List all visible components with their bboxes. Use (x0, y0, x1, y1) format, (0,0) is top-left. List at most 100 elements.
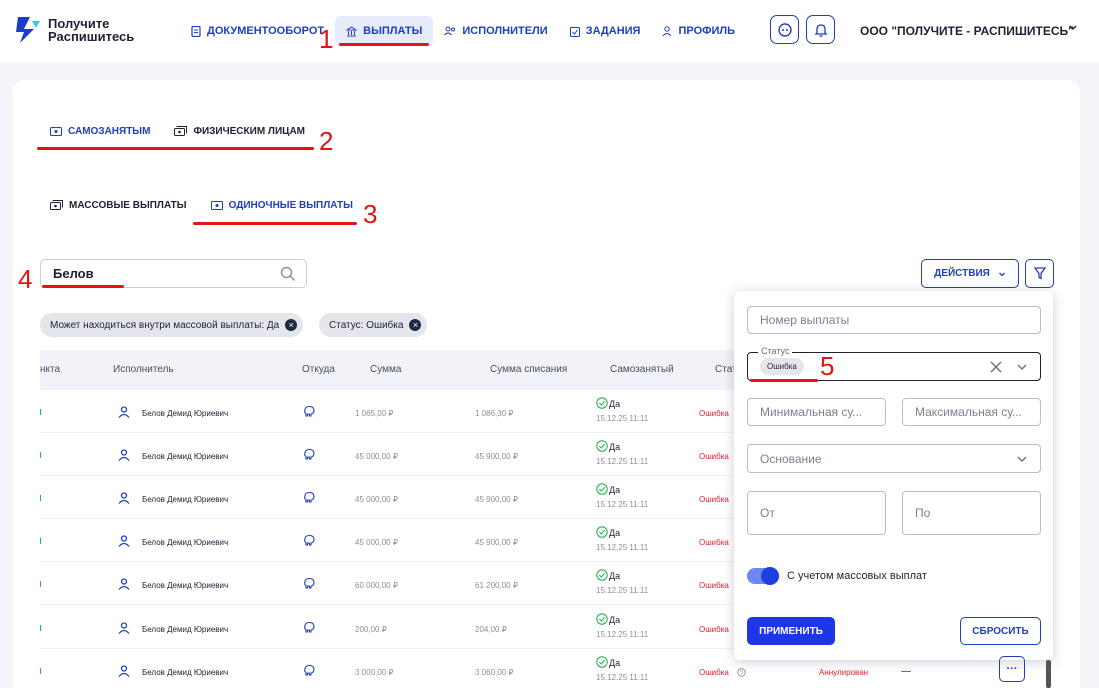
date-from-field[interactable]: От (747, 491, 886, 535)
executor-name[interactable]: Белов Демид Юриевич (142, 581, 228, 590)
status-pill[interactable]: Ошибка (760, 358, 804, 375)
piggy-bank-icon (304, 621, 315, 633)
document-icon (191, 25, 201, 37)
self-employed-date: 15.12.25 11:11 (596, 457, 649, 466)
executor-name[interactable]: Белов Демид Юриевич (142, 625, 228, 634)
logo-icon (16, 17, 40, 43)
tab-individuals-label: Физическим лицам (193, 125, 305, 137)
status-select[interactable]: Статус Ошибка (747, 346, 1041, 381)
annotation-number-2: 2 (319, 126, 334, 156)
mass-payouts-toggle[interactable] (747, 567, 779, 585)
self-employed-date: 15.12.25 11:11 (596, 630, 649, 639)
min-sum-field[interactable]: Минимальная су... (747, 398, 886, 426)
logo-text: Получите Распишитесь (48, 17, 134, 43)
col-contract: нкта (40, 364, 61, 375)
close-icon[interactable]: × (409, 319, 422, 331)
cash-icon (210, 200, 223, 210)
user-icon (118, 535, 130, 547)
search-box (40, 259, 307, 288)
filter-button[interactable] (1025, 259, 1054, 288)
profile-icon (663, 25, 672, 36)
scrollbar[interactable] (1046, 660, 1051, 688)
executor-name[interactable]: Белов Демид Юриевич (142, 538, 228, 547)
cash-stack-icon (174, 126, 188, 136)
support-button[interactable] (770, 15, 799, 44)
nav-tasks[interactable]: Задания (559, 16, 652, 46)
col-source[interactable]: Откуда (302, 364, 335, 375)
tab-single-payouts[interactable]: Одиночные выплаты (199, 194, 365, 216)
payout-type-tabs: Массовые выплаты Одиночные выплаты (38, 194, 365, 216)
piggy-bank-icon (304, 577, 315, 589)
piggy-bank-icon (304, 405, 315, 417)
payout-number-field[interactable]: Номер выплаты (747, 306, 1041, 334)
actions-button-label: Действия (934, 268, 990, 279)
basis-select[interactable]: Основание (747, 444, 1041, 473)
help-icon[interactable]: ? (737, 668, 746, 677)
contract-indicator (40, 495, 43, 501)
executor-name[interactable]: Белов Демид Юриевич (142, 409, 228, 418)
empty-dash: — (901, 666, 911, 677)
contract-indicator (40, 668, 43, 674)
piggy-bank-icon (304, 534, 315, 546)
contract-indicator (40, 452, 43, 458)
status-badge: Ошибка (699, 625, 729, 634)
charge-sum: 204,00 ₽ (475, 625, 507, 634)
charge-sum: 1 086,30 ₽ (475, 409, 514, 418)
nav-executors[interactable]: Исполнители (433, 16, 558, 46)
org-name[interactable]: ООО "ПОЛУЧИТЕ - РАСПИШИТЕСЬ" (860, 24, 1074, 38)
clear-icon[interactable] (990, 361, 1002, 373)
nav-documents[interactable]: Документооборот (180, 16, 335, 46)
self-employed-value: Да (609, 485, 621, 495)
payout-sum: 3 000,00 ₽ (355, 668, 394, 677)
executor-name[interactable]: Белов Демид Юриевич (142, 668, 228, 677)
piggy-bank-icon (304, 664, 315, 676)
logo[interactable]: Получите Распишитесь (14, 15, 134, 45)
search-icon[interactable] (280, 266, 296, 282)
self-employed-value: Да (609, 571, 621, 581)
col-self-employed[interactable]: Самозанятый (610, 364, 674, 375)
search-input[interactable] (41, 260, 261, 287)
nav-documents-label: Документооборот (207, 25, 325, 37)
secondary-status: Аннулирован (819, 668, 869, 677)
date-to-field[interactable]: По (902, 491, 1041, 535)
notifications-button[interactable] (806, 15, 835, 44)
tab-self-employed[interactable]: Самозанятым (38, 120, 162, 142)
nav-payouts[interactable]: Выплаты (335, 16, 434, 46)
chevron-down-icon[interactable] (1068, 22, 1078, 32)
contract-indicator (40, 625, 43, 631)
col-charge[interactable]: Сумма списания (490, 364, 567, 375)
min-sum-placeholder: Минимальная су... (760, 405, 863, 419)
close-icon[interactable]: × (285, 319, 298, 331)
col-executor[interactable]: Исполнитель (113, 364, 174, 375)
annotation-underline-5 (750, 379, 818, 382)
status-badge: Ошибка (699, 452, 729, 461)
toggle-knob (761, 567, 779, 585)
actions-button[interactable]: Действия (921, 259, 1019, 288)
user-icon (118, 578, 130, 590)
date-from-placeholder: От (760, 506, 775, 520)
contract-indicator (40, 538, 43, 544)
payout-sum: 200,00 ₽ (355, 625, 387, 634)
nav-profile[interactable]: Профиль (651, 16, 746, 46)
executor-name[interactable]: Белов Демид Юриевич (142, 495, 228, 504)
annotation-underline-2 (37, 147, 314, 150)
payout-sum: 45 000,00 ₽ (355, 452, 398, 461)
executor-name[interactable]: Белов Демид Юриевич (142, 452, 228, 461)
max-sum-field[interactable]: Максимальная су... (902, 398, 1041, 426)
col-sum[interactable]: Сумма (370, 364, 401, 375)
payout-sum: 60 000,00 ₽ (355, 581, 398, 590)
payout-number-placeholder: Номер выплаты (760, 313, 850, 327)
user-icon (118, 492, 130, 504)
max-sum-placeholder: Максимальная су... (915, 405, 1023, 419)
tab-individuals[interactable]: Физическим лицам (162, 120, 317, 142)
chevron-down-icon[interactable] (1016, 362, 1028, 372)
users-icon (444, 26, 456, 36)
check-circle-icon (596, 656, 608, 668)
nav-payouts-label: Выплаты (363, 25, 423, 37)
tab-mass-payouts[interactable]: Массовые выплаты (38, 194, 199, 216)
payout-sum: 45 000,00 ₽ (355, 538, 398, 547)
row-menu-button[interactable]: ··· (999, 656, 1025, 682)
reset-button[interactable]: Сбросить (960, 617, 1041, 645)
nav-tasks-label: Задания (585, 25, 641, 37)
apply-button[interactable]: Применить (747, 617, 835, 645)
